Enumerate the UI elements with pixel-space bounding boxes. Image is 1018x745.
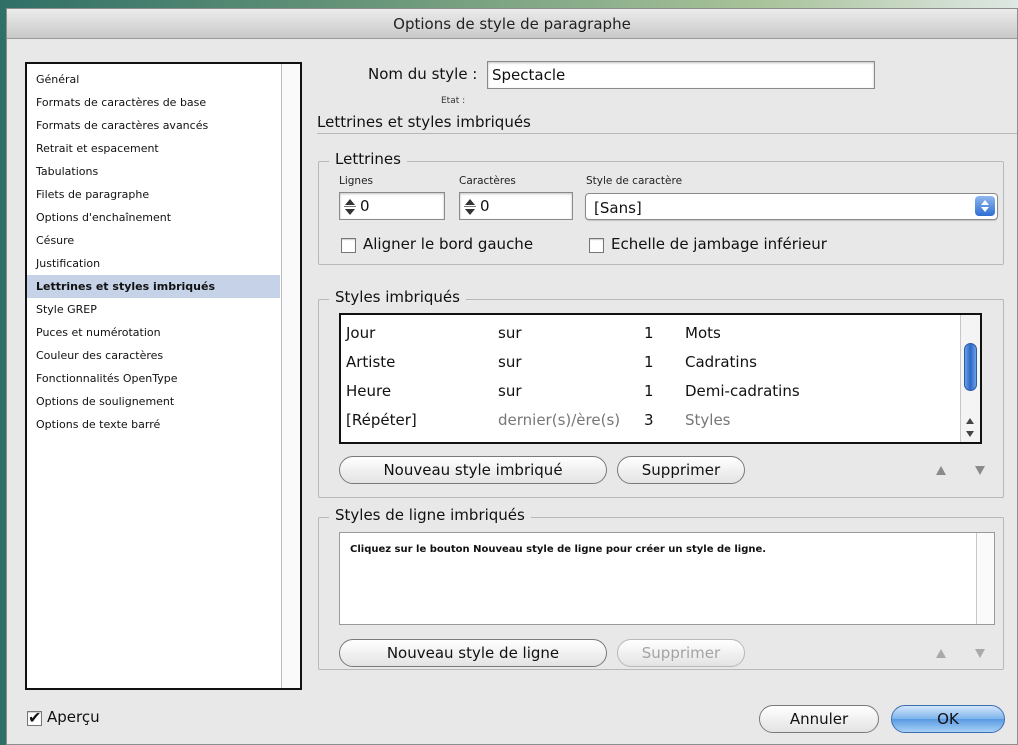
nested-styles-title: Styles imbriqués xyxy=(329,288,466,306)
align-left-edge-checkbox[interactable] xyxy=(341,238,356,253)
table-row[interactable]: Heure sur 1 Demi-cadratins xyxy=(341,377,980,406)
delete-line-style-button: Supprimer xyxy=(617,639,745,667)
sidebar-item-hyphenation[interactable]: Césure xyxy=(27,229,280,252)
sidebar-item-grep-style[interactable]: Style GREP xyxy=(27,298,280,321)
nested-through-cell: dernier(s)/ère(s) xyxy=(498,411,621,429)
new-nested-style-button[interactable]: Nouveau style imbriqué xyxy=(339,456,607,484)
sidebar-item-basic-character-formats[interactable]: Formats de caractères de base xyxy=(27,91,280,114)
character-style-label: Style de caractère xyxy=(586,175,683,187)
etat-label: Etat : xyxy=(441,96,466,106)
section-divider xyxy=(317,133,1017,134)
nested-unit-cell: Styles xyxy=(685,411,731,429)
nested-style-cell: Artiste xyxy=(346,353,396,371)
drop-caps-title: Lettrines xyxy=(329,150,407,168)
character-style-select[interactable]: [Sans] xyxy=(585,193,998,220)
nested-unit-cell: Mots xyxy=(685,324,721,342)
cancel-button[interactable]: Annuler xyxy=(759,705,879,733)
move-down-arrow-icon[interactable] xyxy=(975,466,985,475)
sidebar-item-character-color[interactable]: Couleur des caractères xyxy=(27,344,280,367)
nested-through-cell: sur xyxy=(498,324,522,342)
nested-styles-table[interactable]: Jour sur 1 Mots Artiste sur 1 Cadratins … xyxy=(339,313,982,444)
move-up-arrow-icon[interactable] xyxy=(936,466,946,475)
nested-styles-scrollbar[interactable] xyxy=(960,315,980,442)
sidebar-item-justification[interactable]: Justification xyxy=(27,252,280,275)
nested-count-cell: 1 xyxy=(644,353,654,371)
sidebar-item-indents-spacing[interactable]: Retrait et espacement xyxy=(27,137,280,160)
nested-style-cell: Jour xyxy=(346,324,376,342)
chevron-updown-icon xyxy=(975,196,995,216)
characters-label: Caractères xyxy=(459,175,516,187)
nested-count-cell: 1 xyxy=(644,324,654,342)
characters-stepper-arrows[interactable] xyxy=(464,196,476,218)
category-list[interactable]: Général Formats de caractères de base Fo… xyxy=(25,62,302,690)
move-up-arrow-icon xyxy=(936,649,946,658)
sidebar-item-strikethrough-options[interactable]: Options de texte barré xyxy=(27,413,280,436)
table-row[interactable]: [Répéter] dernier(s)/ère(s) 3 Styles xyxy=(341,406,980,435)
style-name-label: Nom du style : xyxy=(368,65,478,83)
move-down-arrow-icon xyxy=(975,649,985,658)
sidebar-item-keep-options[interactable]: Options d'enchaînement xyxy=(27,206,280,229)
lines-value: 0 xyxy=(360,197,370,215)
nested-count-cell: 1 xyxy=(644,382,654,400)
nested-unit-cell: Cadratins xyxy=(685,353,757,371)
characters-stepper[interactable]: 0 xyxy=(459,192,573,220)
category-list-scrollbar[interactable] xyxy=(281,64,300,688)
ok-button[interactable]: OK xyxy=(891,705,1005,733)
nested-through-cell: sur xyxy=(498,382,522,400)
table-row[interactable]: Jour sur 1 Mots xyxy=(341,319,980,348)
characters-value: 0 xyxy=(480,197,490,215)
sidebar-item-underline-options[interactable]: Options de soulignement xyxy=(27,390,280,413)
align-left-edge-label[interactable]: Aligner le bord gauche xyxy=(363,235,533,253)
sidebar-item-paragraph-rules[interactable]: Filets de paragraphe xyxy=(27,183,280,206)
character-style-value: [Sans] xyxy=(594,199,642,217)
nested-style-cell: [Répéter] xyxy=(346,411,417,429)
new-line-style-button[interactable]: Nouveau style de ligne xyxy=(339,639,607,667)
nested-line-styles-hint: Cliquez sur le bouton Nouveau style de l… xyxy=(350,544,767,555)
nested-style-cell: Heure xyxy=(346,382,392,400)
sidebar-item-drop-caps-nested-styles[interactable]: Lettrines et styles imbriqués xyxy=(27,275,280,298)
paragraph-style-options-dialog: Options de style de paragraphe Général F… xyxy=(6,8,1018,745)
dialog-title: Options de style de paragraphe xyxy=(7,9,1017,39)
nested-line-styles-group: Styles de ligne imbriqués Cliquez sur le… xyxy=(318,506,1004,670)
drop-caps-group: Lettrines Lignes 0 Caractères 0 Style de… xyxy=(318,150,1004,265)
sidebar-item-advanced-character-formats[interactable]: Formats de caractères avancés xyxy=(27,114,280,137)
sidebar-item-opentype-features[interactable]: Fonctionnalités OpenType xyxy=(27,367,280,390)
nested-count-cell: 3 xyxy=(644,411,654,429)
scrollbar-thumb[interactable] xyxy=(964,343,977,391)
preview-label[interactable]: Aperçu xyxy=(47,708,100,726)
lines-stepper-arrows[interactable] xyxy=(344,196,356,218)
nested-through-cell: sur xyxy=(498,353,522,371)
style-name-input[interactable]: Spectacle xyxy=(487,61,875,89)
nested-unit-cell: Demi-cadratins xyxy=(685,382,800,400)
lines-stepper[interactable]: 0 xyxy=(339,192,445,220)
scale-descenders-label[interactable]: Echelle de jambage inférieur xyxy=(611,235,827,253)
lines-label: Lignes xyxy=(339,175,374,187)
nested-line-styles-scrollbar[interactable] xyxy=(976,533,994,624)
scale-descenders-checkbox[interactable] xyxy=(589,238,604,253)
table-row[interactable]: Artiste sur 1 Cadratins xyxy=(341,348,980,377)
preview-checkbox[interactable] xyxy=(27,708,42,727)
delete-nested-style-button[interactable]: Supprimer xyxy=(617,456,745,484)
sidebar-item-bullets-numbering[interactable]: Puces et numérotation xyxy=(27,321,280,344)
nested-line-styles-list[interactable]: Cliquez sur le bouton Nouveau style de l… xyxy=(339,532,995,625)
nested-line-styles-title: Styles de ligne imbriqués xyxy=(329,506,531,524)
sidebar-item-tabs[interactable]: Tabulations xyxy=(27,160,280,183)
nested-styles-group: Styles imbriqués Jour sur 1 Mots Artiste… xyxy=(318,288,1004,498)
sidebar-item-general[interactable]: Général xyxy=(27,68,280,91)
category-list-items: Général Formats de caractères de base Fo… xyxy=(27,68,280,436)
section-title: Lettrines et styles imbriqués xyxy=(317,113,531,131)
scroll-up-arrow-icon[interactable] xyxy=(966,418,974,424)
scroll-down-arrow-icon[interactable] xyxy=(966,431,974,437)
